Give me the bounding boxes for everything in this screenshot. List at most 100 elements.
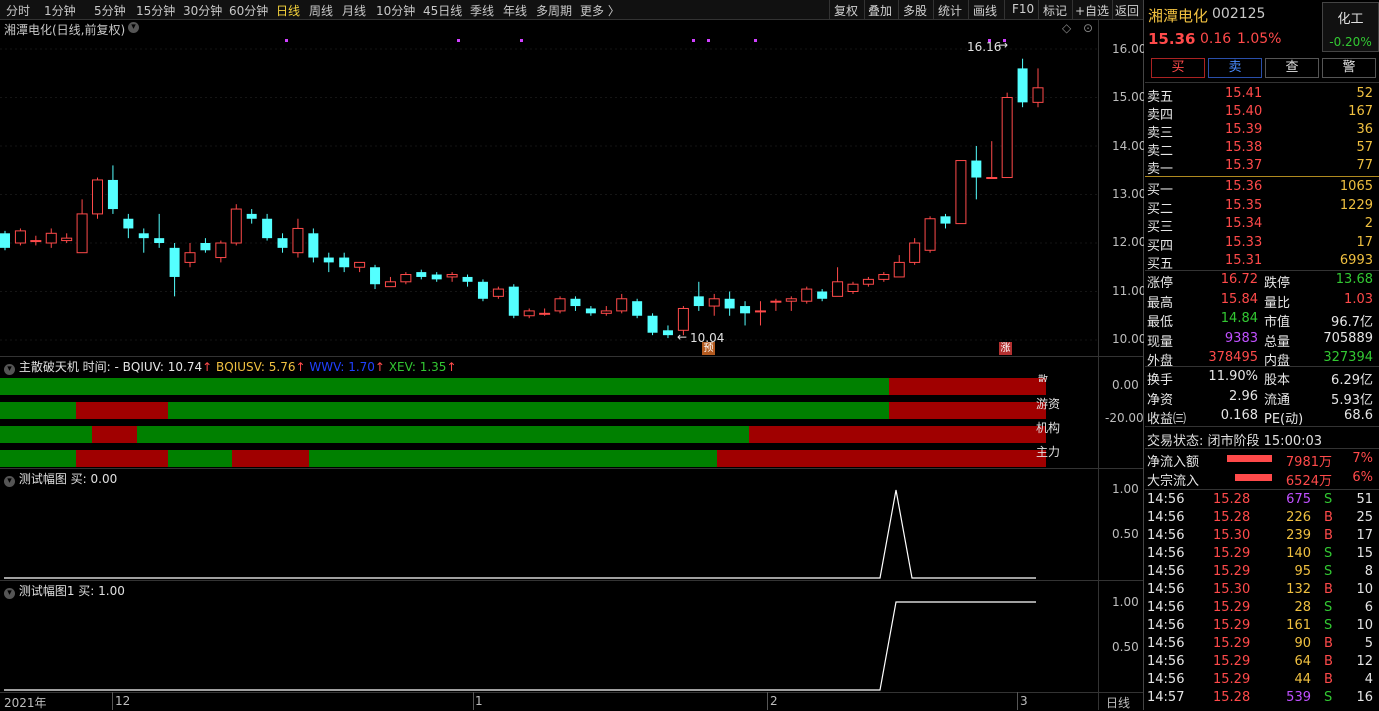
y-tick: -20.00: [1105, 411, 1144, 425]
stat-row: 收益㈢ 0.168 PE(动) 68.6: [1147, 407, 1377, 427]
alert-button[interactable]: 警: [1322, 58, 1376, 78]
candle: [431, 272, 442, 282]
candle-body: [154, 238, 165, 243]
f10-button[interactable]: F10: [1012, 2, 1034, 16]
adjust-button[interactable]: 复权: [834, 2, 858, 19]
period-indicator[interactable]: 日线: [1106, 694, 1130, 711]
period-15min[interactable]: 15分钟: [136, 2, 175, 19]
ask-row[interactable]: 卖一 15.37 77: [1147, 157, 1377, 177]
tick-volume: 28: [1294, 600, 1311, 615]
statistics-button[interactable]: 统计: [938, 2, 962, 19]
signal-dot: [692, 39, 695, 42]
bid-row[interactable]: 买四 15.33 17: [1147, 234, 1377, 254]
high-price-label: 16.16: [967, 40, 1002, 54]
bar-segment: [168, 450, 232, 467]
candle: [770, 298, 782, 311]
bid-row[interactable]: 买三 15.34 2: [1147, 215, 1377, 235]
candle-body: [1032, 87, 1044, 103]
period-60min[interactable]: 60分钟: [229, 2, 268, 19]
bid-row[interactable]: 买二 15.35 1229: [1147, 197, 1377, 217]
candle: [384, 276, 396, 288]
arrow-right-icon: →: [998, 38, 1009, 52]
indicator3-line: [4, 601, 1036, 691]
ask-row[interactable]: 卖四 15.40 167: [1147, 103, 1377, 123]
bar-segment: [92, 426, 137, 443]
tick-count: 12: [1356, 654, 1373, 669]
period-more[interactable]: 更多 〉: [580, 2, 620, 19]
period-10min[interactable]: 10分钟: [376, 2, 415, 19]
stat-value: 96.7亿: [1331, 315, 1373, 330]
overlay-button[interactable]: 叠加: [868, 2, 892, 19]
period-daily[interactable]: 日线: [276, 2, 300, 19]
forecast-marker[interactable]: 预: [702, 342, 715, 355]
candle: [200, 238, 211, 253]
tick-row: 14:56 15.30 239 B 17: [1147, 527, 1377, 546]
candle-body: [416, 272, 427, 277]
stat-row: 涨停 16.72 跌停 13.68: [1147, 271, 1377, 291]
industry-box[interactable]: 化工 -0.20%: [1322, 2, 1379, 52]
tick-price: 15.29: [1213, 600, 1251, 615]
mark-button[interactable]: 标记: [1043, 2, 1067, 19]
buy-button[interactable]: 买: [1151, 58, 1205, 78]
tick-side: B: [1324, 528, 1333, 543]
tick-time: 14:56: [1147, 492, 1185, 507]
period-30min[interactable]: 30分钟: [183, 2, 222, 19]
period-yearly[interactable]: 年线: [503, 2, 527, 19]
candle: [230, 204, 242, 246]
multi-stock-button[interactable]: 多股: [903, 2, 927, 19]
stat-value: 14.84: [1220, 311, 1258, 326]
candle-body: [847, 283, 859, 293]
query-button[interactable]: 查: [1265, 58, 1319, 78]
tick-count: 4: [1364, 672, 1373, 687]
candle: [971, 146, 982, 200]
y-tick: 0.50: [1112, 527, 1139, 541]
stock-code: 002125: [1212, 6, 1266, 22]
stat-key: 涨停: [1147, 276, 1174, 291]
period-weekly[interactable]: 周线: [309, 2, 333, 19]
stat-key: 跌停: [1264, 276, 1291, 291]
candle: [708, 293, 720, 316]
back-button[interactable]: 返回: [1115, 2, 1139, 19]
draw-line-button[interactable]: 画线: [973, 2, 997, 19]
candle: [76, 199, 88, 254]
ask-price: 15.41: [1225, 86, 1263, 101]
bid-row[interactable]: 买一 15.36 1065: [1147, 178, 1377, 198]
bid-row[interactable]: 买五 15.31 6993: [1147, 252, 1377, 272]
y-tick: 10.00: [1112, 332, 1147, 346]
stat-key: 流通: [1264, 392, 1291, 408]
candle-body: [1001, 97, 1013, 179]
period-5min[interactable]: 5分钟: [94, 2, 126, 19]
bar-segment: [137, 426, 749, 443]
flow-row: 大宗流入 6524万 6%: [1147, 469, 1377, 489]
ask-row[interactable]: 卖二 15.38 57: [1147, 139, 1377, 159]
candle: [508, 284, 519, 319]
tick-count: 8: [1364, 564, 1373, 579]
period-multi[interactable]: 多周期: [536, 2, 572, 19]
period-minute[interactable]: 分时: [6, 2, 30, 19]
period-45day[interactable]: 45日线: [423, 2, 462, 19]
candle: [539, 308, 551, 316]
add-watchlist-button[interactable]: +自选: [1075, 2, 1109, 19]
tick-side: B: [1324, 636, 1333, 651]
chevron-down-icon[interactable]: ▾: [4, 364, 15, 375]
candle-body: [600, 310, 612, 314]
ask-row[interactable]: 卖五 15.41 52: [1147, 85, 1377, 105]
candle: [570, 296, 581, 311]
period-quarterly[interactable]: 季线: [470, 2, 494, 19]
tick-row: 14:56 15.29 140 S 15: [1147, 545, 1377, 564]
period-1min[interactable]: 1分钟: [44, 2, 76, 19]
candle: [30, 235, 42, 246]
tick-count: 10: [1356, 618, 1373, 633]
limit-up-marker[interactable]: 涨: [999, 342, 1012, 355]
candle-body: [354, 261, 366, 268]
ask-row[interactable]: 卖三 15.39 36: [1147, 121, 1377, 141]
tick-price: 15.28: [1213, 510, 1251, 525]
sell-button[interactable]: 卖: [1208, 58, 1262, 78]
candle-body: [708, 298, 720, 307]
candle: [492, 286, 504, 299]
period-monthly[interactable]: 月线: [342, 2, 366, 19]
candle-body: [893, 261, 905, 278]
candle-body: [940, 216, 951, 224]
bid-price: 15.35: [1225, 197, 1263, 213]
candle: [354, 261, 366, 273]
